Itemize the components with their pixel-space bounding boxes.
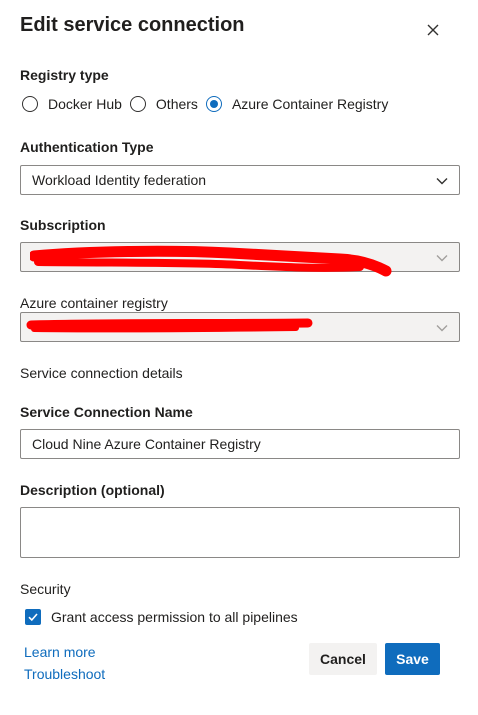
- grant-access-checkbox[interactable]: [25, 609, 41, 625]
- chevron-down-icon: [436, 255, 448, 262]
- radio-label: Azure Container Registry: [231, 96, 389, 112]
- save-button[interactable]: Save: [385, 643, 440, 675]
- edit-service-connection-panel: Edit service connection Registry type Do…: [0, 0, 478, 715]
- redaction-mark: [30, 245, 392, 277]
- radio-label: Others: [155, 96, 198, 112]
- redaction-mark: [26, 318, 313, 333]
- radio-azure-container-registry[interactable]: Azure Container Registry: [205, 96, 391, 112]
- service-connection-details-label: Service connection details: [20, 365, 183, 381]
- cancel-button[interactable]: Cancel: [309, 643, 377, 675]
- azure-container-registry-label: Azure container registry: [20, 295, 168, 311]
- close-icon: [427, 24, 439, 36]
- grant-access-checkbox-row[interactable]: Grant access permission to all pipelines: [25, 609, 298, 625]
- chevron-down-icon: [436, 178, 448, 185]
- radio-button-selected[interactable]: [205, 96, 222, 112]
- description-textarea[interactable]: [20, 507, 460, 558]
- security-label: Security: [20, 581, 71, 597]
- radio-button[interactable]: [129, 96, 146, 112]
- radio-button[interactable]: [22, 96, 38, 112]
- radio-label: Docker Hub: [48, 96, 122, 112]
- chevron-down-icon: [436, 325, 448, 332]
- panel-title: Edit service connection: [20, 14, 245, 36]
- service-connection-name-value: Cloud Nine Azure Container Registry: [32, 436, 261, 452]
- authentication-type-dropdown[interactable]: Workload Identity federation: [20, 165, 460, 195]
- checkmark-icon: [28, 613, 38, 622]
- registry-type-label: Registry type: [20, 67, 109, 83]
- close-button[interactable]: [422, 19, 444, 41]
- description-label: Description (optional): [20, 482, 165, 498]
- service-connection-name-label: Service Connection Name: [20, 404, 193, 420]
- grant-access-label: Grant access permission to all pipelines: [51, 609, 298, 625]
- radio-docker-hub[interactable]: Docker Hub: [22, 96, 125, 112]
- radio-others[interactable]: Others: [129, 96, 201, 112]
- authentication-type-label: Authentication Type: [20, 139, 154, 155]
- authentication-type-value: Workload Identity federation: [32, 172, 207, 188]
- subscription-label: Subscription: [20, 217, 106, 233]
- learn-more-link[interactable]: Learn more: [24, 644, 96, 660]
- registry-type-radio-group: Docker Hub Others Azure Container Regist…: [22, 96, 396, 112]
- troubleshoot-link[interactable]: Troubleshoot: [24, 666, 105, 682]
- service-connection-name-input[interactable]: Cloud Nine Azure Container Registry: [20, 429, 460, 459]
